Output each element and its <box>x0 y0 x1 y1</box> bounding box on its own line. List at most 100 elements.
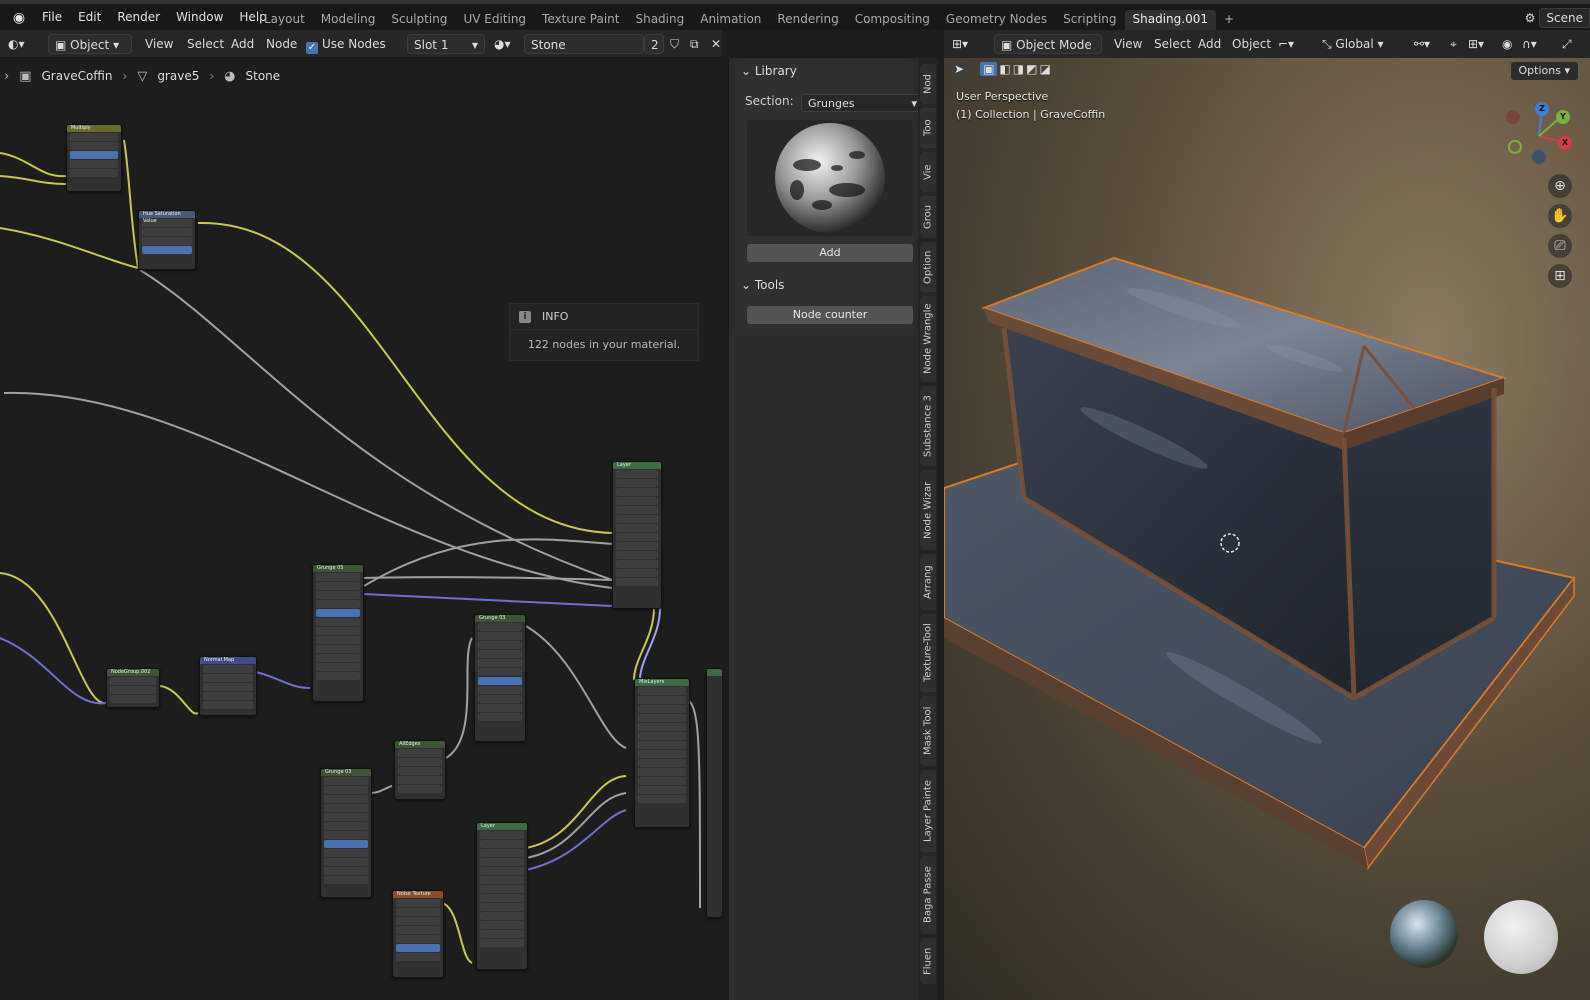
node-field[interactable] <box>324 840 368 848</box>
menu-file[interactable]: File <box>34 10 70 24</box>
node-field[interactable] <box>616 578 658 586</box>
node-field[interactable] <box>616 515 658 523</box>
tab-grou[interactable]: Grou <box>920 196 936 238</box>
node-field[interactable] <box>324 831 368 839</box>
tab-sculpting[interactable]: Sculpting <box>383 10 455 32</box>
tab-compositing[interactable]: Compositing <box>847 10 938 32</box>
tab-mask-tool[interactable]: Mask Tool <box>920 696 936 766</box>
node-field[interactable] <box>480 921 524 929</box>
node-field[interactable] <box>396 926 440 934</box>
node-counter-button[interactable]: Node counter <box>747 306 913 324</box>
node-field[interactable] <box>324 858 368 866</box>
node-field[interactable] <box>616 470 658 478</box>
node-field[interactable] <box>638 786 686 794</box>
node-field[interactable] <box>638 696 686 704</box>
node-field[interactable] <box>480 939 524 947</box>
tab-fluen[interactable]: Fluen <box>920 938 936 984</box>
library-header[interactable]: ⌄ Library <box>741 60 797 82</box>
node-noise-texture[interactable]: Noise Texture <box>392 890 444 978</box>
editor-type-icon[interactable]: ⊞▾ <box>952 34 968 54</box>
node-field[interactable] <box>203 692 253 700</box>
tab-option[interactable]: Option <box>920 242 936 292</box>
tab-animation[interactable]: Animation <box>692 10 769 32</box>
menu-window[interactable]: Window <box>168 10 231 24</box>
node-field[interactable] <box>396 917 440 925</box>
node-field[interactable] <box>616 479 658 487</box>
node-field[interactable] <box>316 672 360 680</box>
node-field[interactable] <box>316 618 360 626</box>
node-layer-bottom[interactable]: Layer <box>476 822 528 970</box>
library-add-button[interactable]: Add <box>747 244 913 262</box>
navigation-gizmo[interactable]: Z Y X <box>1504 98 1574 168</box>
node-field[interactable] <box>478 704 522 712</box>
use-nodes-checkbox[interactable]: ✓ Use Nodes <box>306 34 386 54</box>
menu-select[interactable]: Select <box>187 34 224 54</box>
node-field[interactable] <box>316 600 360 608</box>
node-field[interactable] <box>324 795 368 803</box>
tab-shading[interactable]: Shading <box>627 10 692 32</box>
node-field[interactable] <box>324 786 368 794</box>
camera-icon[interactable]: ⎚ <box>1548 234 1572 258</box>
node-field[interactable] <box>478 686 522 694</box>
node-field[interactable] <box>203 701 253 709</box>
node-field[interactable] <box>110 695 156 703</box>
grid-icon[interactable]: ⊞ <box>1548 264 1572 288</box>
node-field[interactable] <box>316 582 360 590</box>
node-field[interactable] <box>324 813 368 821</box>
node-normal-map[interactable]: Normal Map <box>199 656 257 716</box>
tab-baga-passe[interactable]: Baga Passe <box>920 856 936 934</box>
node-field[interactable] <box>478 632 522 640</box>
node-field[interactable] <box>398 749 442 757</box>
node-field[interactable] <box>142 246 192 254</box>
object-type-dropdown[interactable]: ▣ Object ▾ <box>48 34 132 54</box>
gizmo-toggle-icon[interactable]: ⤢ <box>1562 34 1572 54</box>
node-field[interactable] <box>316 591 360 599</box>
node-field[interactable] <box>638 714 686 722</box>
editor-type-icon[interactable]: ◐▾ <box>8 34 25 54</box>
node-field[interactable] <box>316 663 360 671</box>
tab-nod[interactable]: Nod <box>920 64 936 104</box>
node-field[interactable] <box>478 695 522 703</box>
node-field[interactable] <box>478 641 522 649</box>
node-field[interactable] <box>324 849 368 857</box>
node-alledges[interactable]: AllEdges <box>394 740 446 800</box>
node-hue-saturation-value[interactable]: Hue Saturation Value <box>138 210 196 270</box>
node-field[interactable] <box>638 732 686 740</box>
node-field[interactable] <box>616 560 658 568</box>
node-field[interactable] <box>480 831 524 839</box>
node-field[interactable] <box>478 713 522 721</box>
tab-too[interactable]: Too <box>920 108 936 148</box>
material-users-count[interactable]: 2 <box>644 34 664 54</box>
node-grunge-05[interactable]: Grunge 05 <box>312 564 364 702</box>
node-field[interactable] <box>110 686 156 694</box>
node-field[interactable] <box>70 160 118 168</box>
proportional-edit-icon[interactable]: ◉ <box>1502 34 1512 54</box>
node-mixlayers[interactable]: MixLayers <box>634 678 690 828</box>
gizmo-y-icon[interactable]: Y <box>1556 110 1570 124</box>
duplicate-material-icon[interactable]: ⧉ <box>690 34 699 54</box>
tab-node-wizar[interactable]: Node Wizar <box>920 470 936 550</box>
node-nodegroup-002[interactable]: NodeGroup.002 <box>106 668 160 708</box>
gizmo-neg-z-icon[interactable] <box>1532 150 1546 164</box>
menu-view[interactable]: View <box>1114 34 1142 54</box>
node-field[interactable] <box>316 573 360 581</box>
tab-layer-painte[interactable]: Layer Painte <box>920 770 936 852</box>
node-field[interactable] <box>616 533 658 541</box>
node-field[interactable] <box>324 867 368 875</box>
node-field[interactable] <box>398 776 442 784</box>
node-field[interactable] <box>316 654 360 662</box>
menu-add[interactable]: Add <box>1198 34 1221 54</box>
node-grunge-03-a[interactable]: Grunge 03 <box>474 614 526 742</box>
node-field[interactable] <box>398 767 442 775</box>
node-field[interactable] <box>616 524 658 532</box>
node-field[interactable] <box>70 169 118 177</box>
node-field[interactable] <box>480 885 524 893</box>
material-preview-sphere[interactable] <box>1484 900 1558 974</box>
menu-object[interactable]: Object <box>1232 34 1271 54</box>
node-field[interactable] <box>616 497 658 505</box>
node-field[interactable] <box>638 768 686 776</box>
tab-texture-paint[interactable]: Texture Paint <box>534 10 627 32</box>
gizmo-neg-x-icon[interactable] <box>1506 110 1520 124</box>
node-field[interactable] <box>478 650 522 658</box>
node-field[interactable] <box>324 876 368 884</box>
